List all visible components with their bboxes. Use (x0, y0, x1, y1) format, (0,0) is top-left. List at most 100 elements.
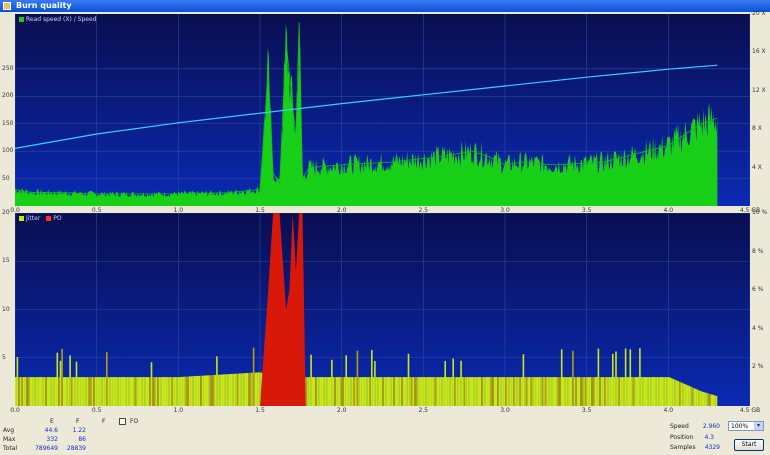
jitter-bar (64, 377, 67, 406)
jitter-bar (442, 377, 445, 406)
jitter-bar (308, 377, 311, 406)
jitter-bar (414, 377, 416, 406)
jitter-bar (248, 372, 250, 406)
jitter-bar (602, 377, 604, 406)
jitter-bar (358, 377, 360, 406)
jitter-bar (522, 354, 525, 406)
jitter-bar (682, 383, 684, 406)
jitter-bar (197, 375, 199, 406)
jitter-bar (110, 377, 113, 406)
jitter-bar (134, 377, 137, 406)
jitter-bar (364, 377, 367, 406)
jitter-bar (109, 377, 111, 406)
jitter-bar (667, 377, 670, 406)
x-tick-label: 0.5 (91, 407, 102, 414)
jitter-bar (153, 377, 156, 406)
jitter-bar (447, 377, 450, 406)
jitter-bar (651, 377, 654, 406)
jitter-bar (627, 377, 630, 406)
jitter-bar (152, 377, 154, 406)
total-label: Total (3, 445, 18, 452)
jitter-bar (145, 377, 148, 406)
samples-value: 4329 (704, 444, 720, 451)
jitter-bar (80, 377, 82, 406)
jitter-bar (485, 377, 488, 406)
speed-select[interactable]: 100% ▾ (728, 421, 764, 431)
avg-label: Avg (3, 427, 15, 434)
jitter-bar (430, 377, 432, 406)
jitter-bar (556, 377, 558, 406)
jitter-bar (225, 374, 228, 406)
jitter-bar (66, 377, 68, 406)
jitter-bar (386, 377, 389, 406)
y2-tick-label: 8 % (752, 247, 764, 255)
x-tick-label: 0.0 (10, 207, 20, 214)
jitter-bar (157, 377, 159, 406)
jitter-bar (385, 377, 387, 406)
jitter-bar (433, 377, 435, 406)
jitter-bar (107, 377, 110, 406)
jitter-bar (409, 377, 411, 406)
jitter-bar (232, 373, 234, 406)
jitter-bar (487, 377, 490, 406)
jitter-bar (605, 377, 608, 406)
jitter-bar (214, 374, 217, 406)
jitter-bar (139, 377, 142, 406)
jitter-bar (629, 349, 632, 406)
y2-tick-label: 12 X (752, 86, 766, 94)
jitter-bar (631, 377, 633, 406)
jitter-bar (461, 377, 464, 406)
jitter-bar (251, 372, 253, 406)
jitter-bar (165, 377, 167, 406)
jitter-bar (543, 377, 545, 406)
jitter-bar (535, 377, 537, 406)
x-tick-label: 1.5 (255, 407, 265, 414)
jitter-bar (508, 377, 510, 406)
jitter-bar (75, 361, 78, 406)
jitter-bar (101, 377, 103, 406)
jitter-bar (489, 377, 491, 406)
jitter-bar (525, 377, 528, 406)
jitter-bar (371, 350, 373, 406)
jitter-bar (327, 377, 330, 406)
chart2-legend: Jitter PO (19, 215, 62, 222)
jitter-bar (351, 377, 354, 406)
jitter-bar (222, 374, 225, 406)
fo-checkbox[interactable] (119, 418, 126, 425)
y-tick-label: 100 (2, 147, 14, 155)
jitter-bar (51, 377, 54, 406)
jitter-bar (581, 377, 584, 406)
y2-tick-label: 10 % (752, 209, 768, 216)
jitter-bar (99, 377, 102, 406)
jitter-bar (544, 377, 547, 406)
jitter-bar (637, 377, 640, 406)
x-tick-label: 2.5 (418, 207, 429, 214)
jitter-bar (607, 377, 609, 406)
jitter-bar (655, 377, 657, 406)
jitter-bar (235, 373, 237, 406)
jitter-bar (469, 377, 472, 406)
stats-col-e: E (50, 418, 54, 425)
jitter-bar (241, 373, 244, 406)
y-tick-label: 20 (2, 209, 10, 216)
jitter-bar (410, 377, 413, 406)
jitter-bar (174, 377, 177, 406)
start-button[interactable]: Start (734, 439, 764, 451)
jitter-bar (19, 377, 22, 406)
jitter-bar (131, 377, 134, 406)
jitter-bar (85, 377, 87, 406)
jitter-bar (313, 377, 316, 406)
jitter-bar (45, 377, 47, 406)
jitter-bar (704, 392, 707, 406)
jitter-bar (687, 385, 689, 406)
jitter-bar (685, 384, 687, 406)
x-tick-label: 1.5 (255, 207, 265, 214)
jitter-bar (458, 377, 461, 406)
jitter-bar (169, 377, 172, 406)
jitter-bar (27, 377, 30, 406)
x-tick-label: 2.0 (336, 407, 347, 414)
jitter-bar (615, 351, 617, 406)
x-tick-label: 0.0 (10, 407, 20, 414)
jitter-bar (573, 377, 576, 406)
chevron-down-icon: ▾ (754, 422, 763, 430)
